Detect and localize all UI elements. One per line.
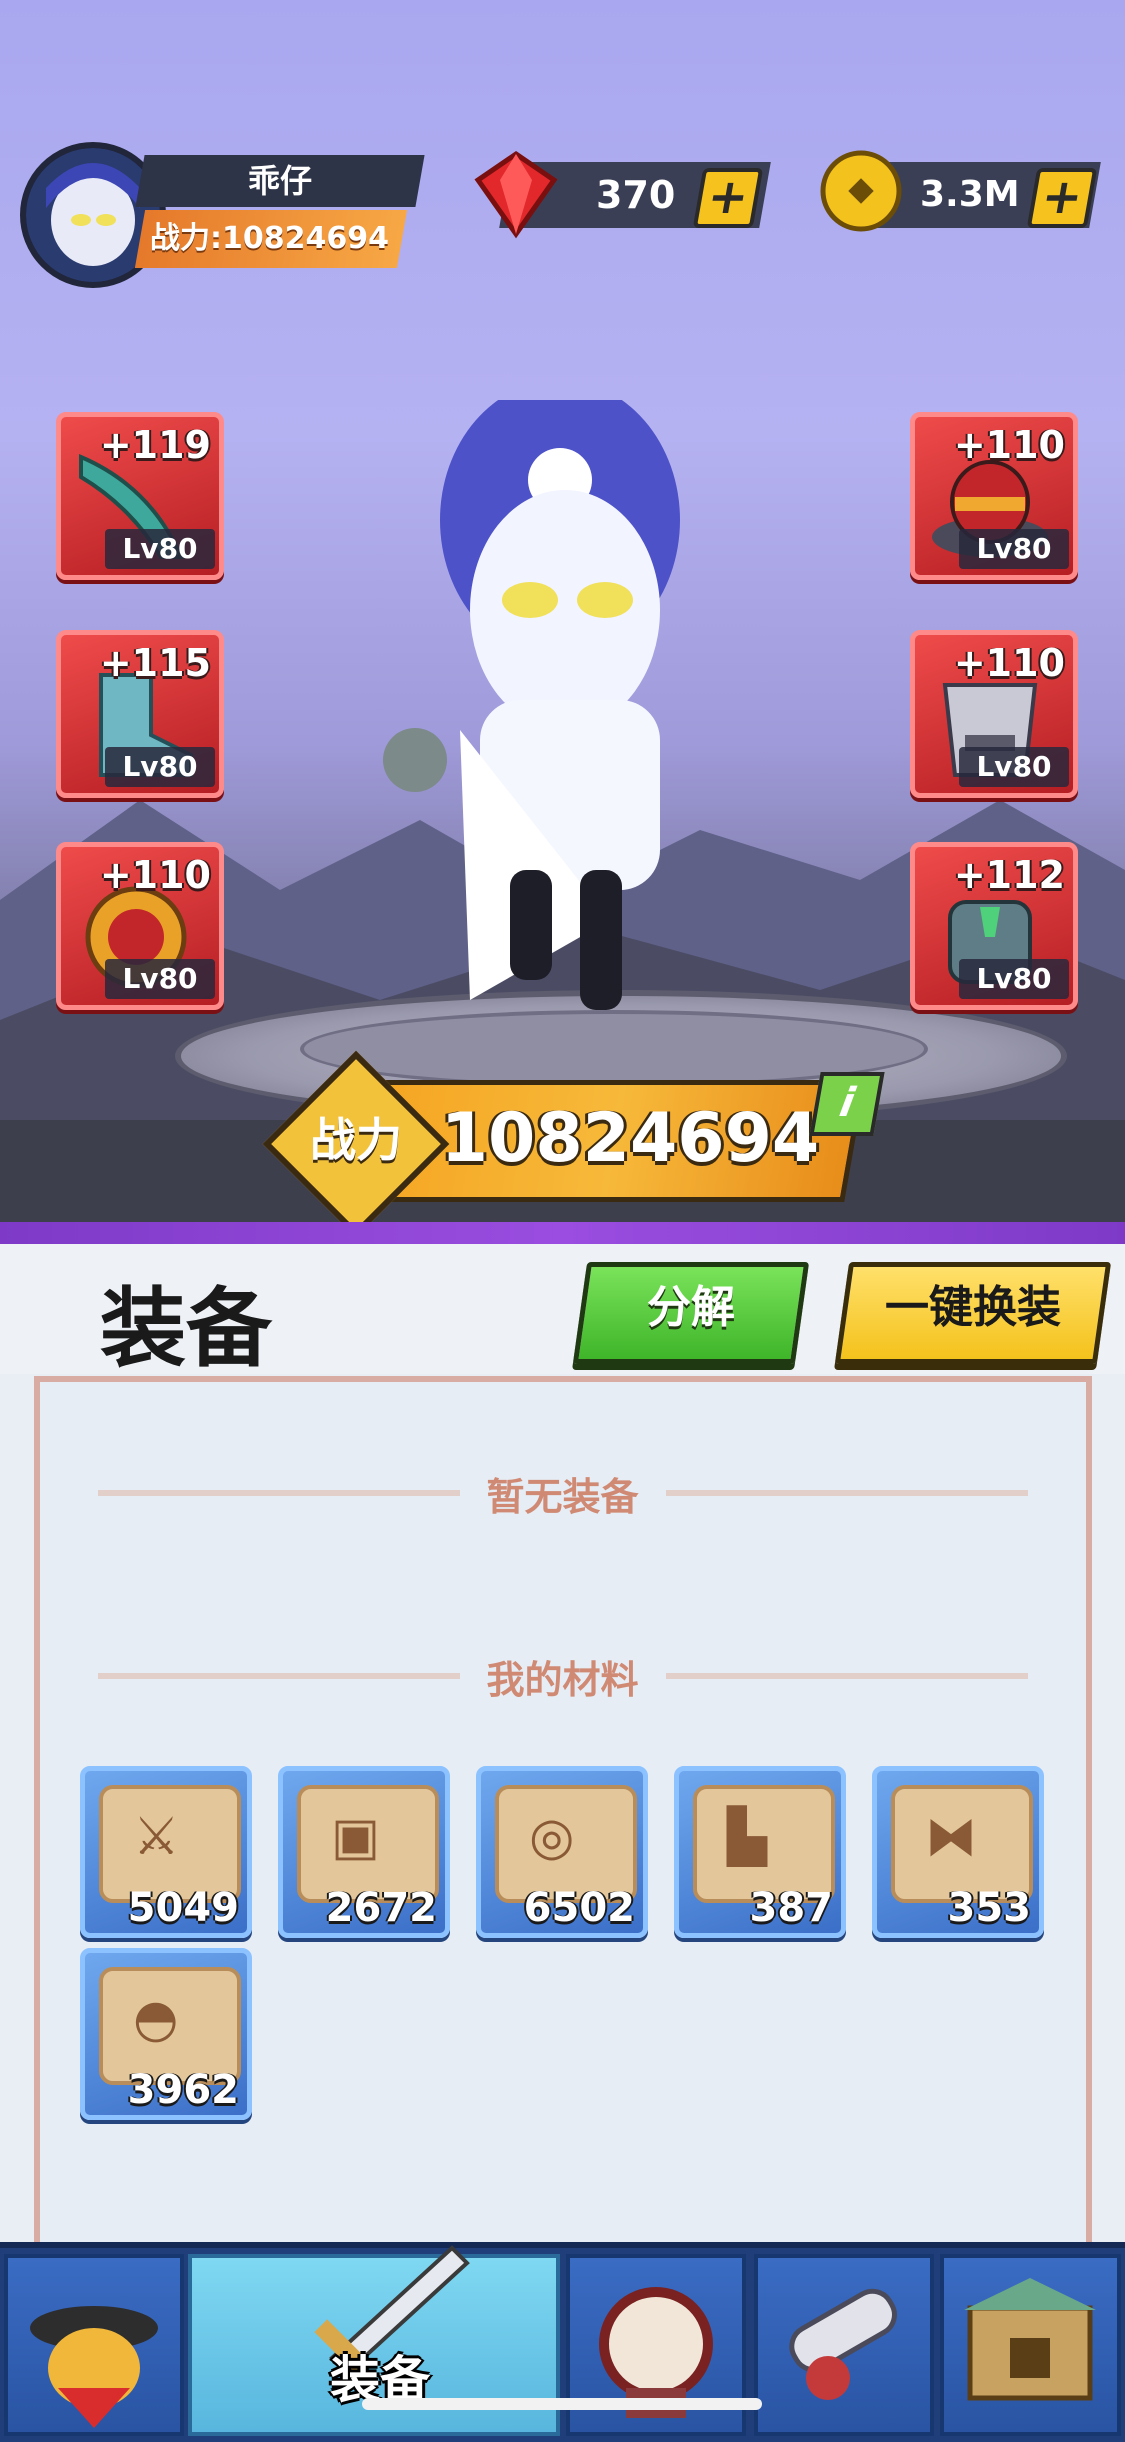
player-power: 战力:10824694: [150, 221, 389, 256]
gem-icon: [474, 150, 558, 239]
material-count: 6502: [523, 1885, 635, 1931]
material-item[interactable]: ◎ 6502: [476, 1766, 648, 1938]
slot-plus: +115: [99, 641, 211, 685]
decompose-button[interactable]: 分解: [580, 1262, 802, 1354]
material-item[interactable]: ⚔ 5049: [80, 1766, 252, 1938]
material-count: 5049: [127, 1885, 239, 1931]
fortress-icon: [964, 2278, 1096, 2401]
belt-scroll-icon: ⧓: [925, 1807, 977, 1867]
slot-level: Lv80: [105, 529, 215, 569]
home-indicator: [362, 2398, 762, 2410]
equip-slot-amulet[interactable]: +110 Lv80: [56, 842, 224, 1010]
bandit-icon: [30, 2306, 158, 2428]
slot-level: Lv80: [105, 959, 215, 999]
slot-level: Lv80: [959, 959, 1069, 999]
coin-count: 3.3M: [920, 174, 1020, 215]
gem-count: 370: [596, 173, 676, 217]
add-coins-button[interactable]: +: [1026, 168, 1098, 228]
equip-slot-hat[interactable]: +110 Lv80: [910, 412, 1078, 580]
slot-plus: +110: [953, 641, 1065, 685]
equip-slot-weapon[interactable]: +119 Lv80: [56, 412, 224, 580]
panel-title: 装备: [100, 1279, 272, 1379]
slot-plus: +112: [953, 853, 1065, 897]
slot-plus: +110: [99, 853, 211, 897]
add-gems-button[interactable]: +: [692, 168, 764, 228]
empty-equipment-label: 暂无装备: [486, 1475, 639, 1519]
nav-tab-fortress[interactable]: [940, 2254, 1121, 2436]
slot-plus: +119: [99, 423, 211, 467]
boot-scroll-icon: ▙: [727, 1807, 767, 1867]
coin-icon: [820, 150, 902, 232]
armor-scroll-icon: ▣: [331, 1807, 381, 1867]
ring-scroll-icon: ◎: [529, 1807, 575, 1867]
total-power-value: 10824694: [440, 1099, 820, 1178]
purple-divider: [0, 1222, 1125, 1244]
player-name: 乖仔: [247, 162, 312, 200]
material-count: 353: [947, 1885, 1032, 1931]
material-count: 387: [749, 1885, 834, 1931]
material-item[interactable]: ▣ 2672: [278, 1766, 450, 1938]
cannon-icon: [789, 2288, 897, 2400]
equip-slot-armor[interactable]: +110 Lv80: [910, 630, 1078, 798]
equip-slot-gauntlet[interactable]: +112 Lv80: [910, 842, 1078, 1010]
hat-scroll-icon: ◓: [133, 1989, 179, 2049]
info-button[interactable]: i: [809, 1072, 885, 1136]
slot-plus: +110: [953, 423, 1065, 467]
slot-level: Lv80: [959, 747, 1069, 787]
sword-scroll-icon: ⚔: [133, 1807, 180, 1867]
material-item[interactable]: ◓ 3962: [80, 1948, 252, 2120]
slot-level: Lv80: [959, 529, 1069, 569]
equip-slot-boots[interactable]: +115 Lv80: [56, 630, 224, 798]
material-item[interactable]: ▙ 387: [674, 1766, 846, 1938]
slot-level: Lv80: [105, 747, 215, 787]
material-count: 2672: [325, 1885, 437, 1931]
power-label: 战力: [310, 1113, 402, 1167]
material-count: 3962: [127, 2067, 239, 2113]
nav-tab-cannon[interactable]: [754, 2254, 934, 2436]
nav-tab-hero[interactable]: [4, 2254, 184, 2436]
material-item[interactable]: ⧓ 353: [872, 1766, 1044, 1938]
hero-character: [383, 400, 680, 1010]
quick-equip-button[interactable]: 一键换装: [842, 1262, 1104, 1354]
materials-label: 我的材料: [486, 1658, 639, 1702]
